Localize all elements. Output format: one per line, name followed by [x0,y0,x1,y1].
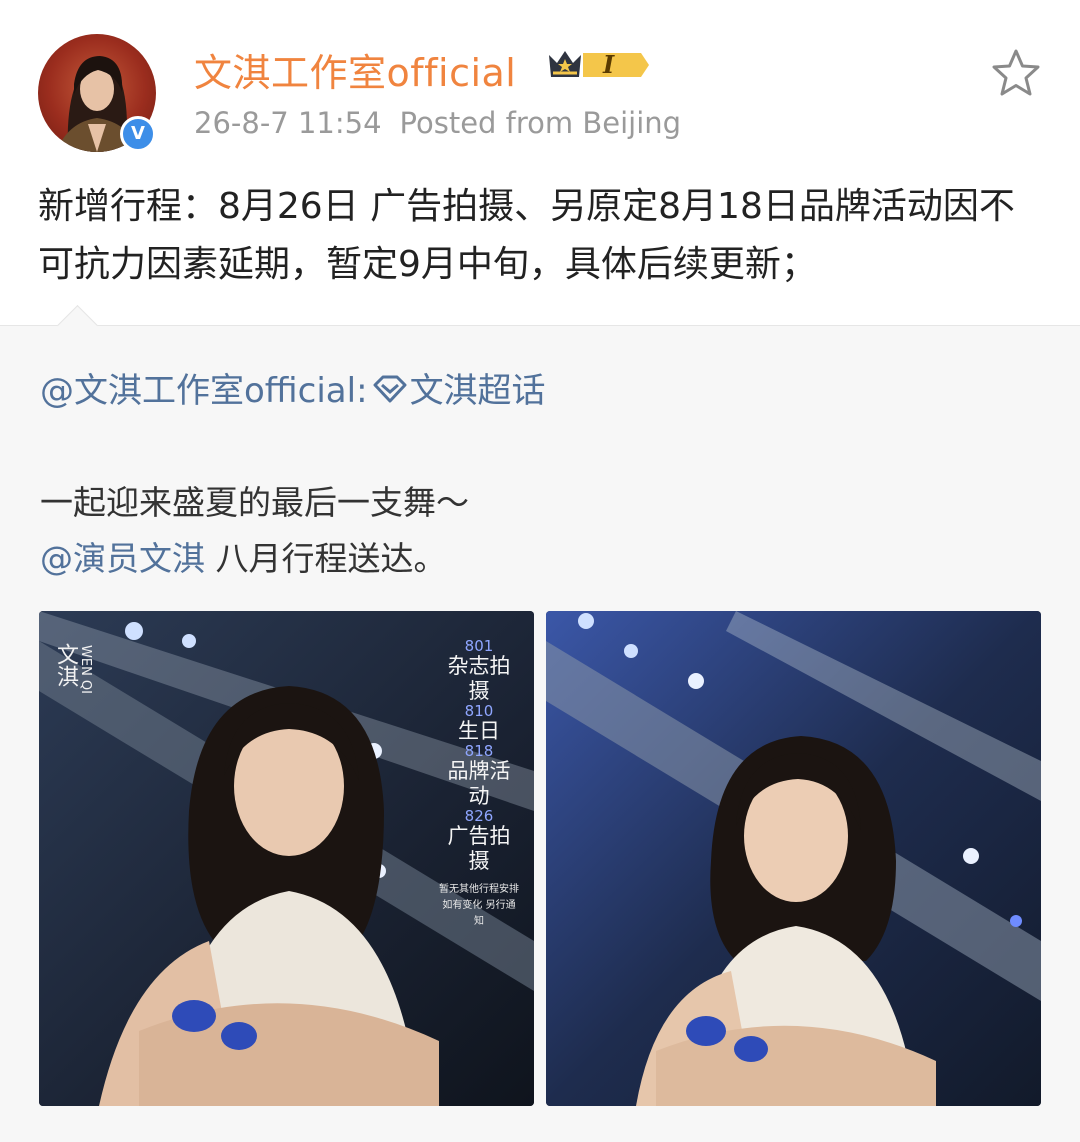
schedule-date: 801 [464,637,494,655]
schedule-date: 818 [464,742,494,760]
schedule-date: 810 [464,702,494,720]
vip-level: I [603,50,615,79]
schedule-item: 826 广告拍摄 [439,809,519,874]
favorite-star-icon[interactable] [990,48,1042,98]
schedule-item: 810 生日 [439,704,519,744]
repost-text: 一起迎来盛夏的最后一支舞～ @演员文淇 八月行程送达。 [40,475,469,587]
username[interactable]: 文淇工作室official [194,42,516,97]
schedule-note-1: 暂无其他行程安排 [439,884,519,895]
schedule-item: 818 品牌活动 [439,744,519,809]
timestamp: 26-8-7 11:54 [194,106,382,140]
actor-mention[interactable]: @演员文淇 [40,539,205,578]
overlay-name-cn: 文淇 [53,643,78,687]
post-meta: 26-8-7 11:54 Posted from Beijing [194,106,681,140]
repost-line-1: 一起迎来盛夏的最后一支舞～ [40,483,469,522]
schedule-event: 品牌活动 [447,759,511,808]
schedule-date: 826 [464,807,494,825]
super-topic-link[interactable]: 文淇超话 [410,371,546,411]
repost-author-mention[interactable]: @文淇工作室official: [40,371,368,411]
schedule-event: 生日 [458,719,500,743]
verified-badge-icon: V [120,116,156,152]
overlay-name-en: WEN QI [78,645,93,694]
photo-1[interactable]: 文淇 WEN QI 801 杂志拍摄 810 生日 818 品牌活动 826 广告拍摄 … [39,611,534,1106]
location: Posted from Beijing [399,106,682,140]
schedule-event: 杂志拍摄 [447,654,511,703]
photo-2[interactable] [546,611,1041,1106]
vip-crown-icon[interactable] [543,45,651,85]
schedule-overlay: 801 杂志拍摄 810 生日 818 品牌活动 826 广告拍摄 暂无其他行程安排 如… [439,639,519,930]
schedule-event: 广告拍摄 [447,824,511,873]
repost-header: @文淇工作室official: 文淇超话 [40,363,546,413]
schedule-note-2: 如有变化 另行通知 [442,900,516,927]
schedule-item: 801 杂志拍摄 [439,639,519,704]
super-topic-diamond-icon [372,373,408,413]
repost-line-2-text: 八月行程送达。 [205,539,447,578]
repost-line-2: @演员文淇 八月行程送达。 [40,531,469,587]
post-text: 新增行程：8月26日 广告拍摄、另原定8月18日品牌活动因不可抗力因素延期，暂定… [38,186,1015,285]
